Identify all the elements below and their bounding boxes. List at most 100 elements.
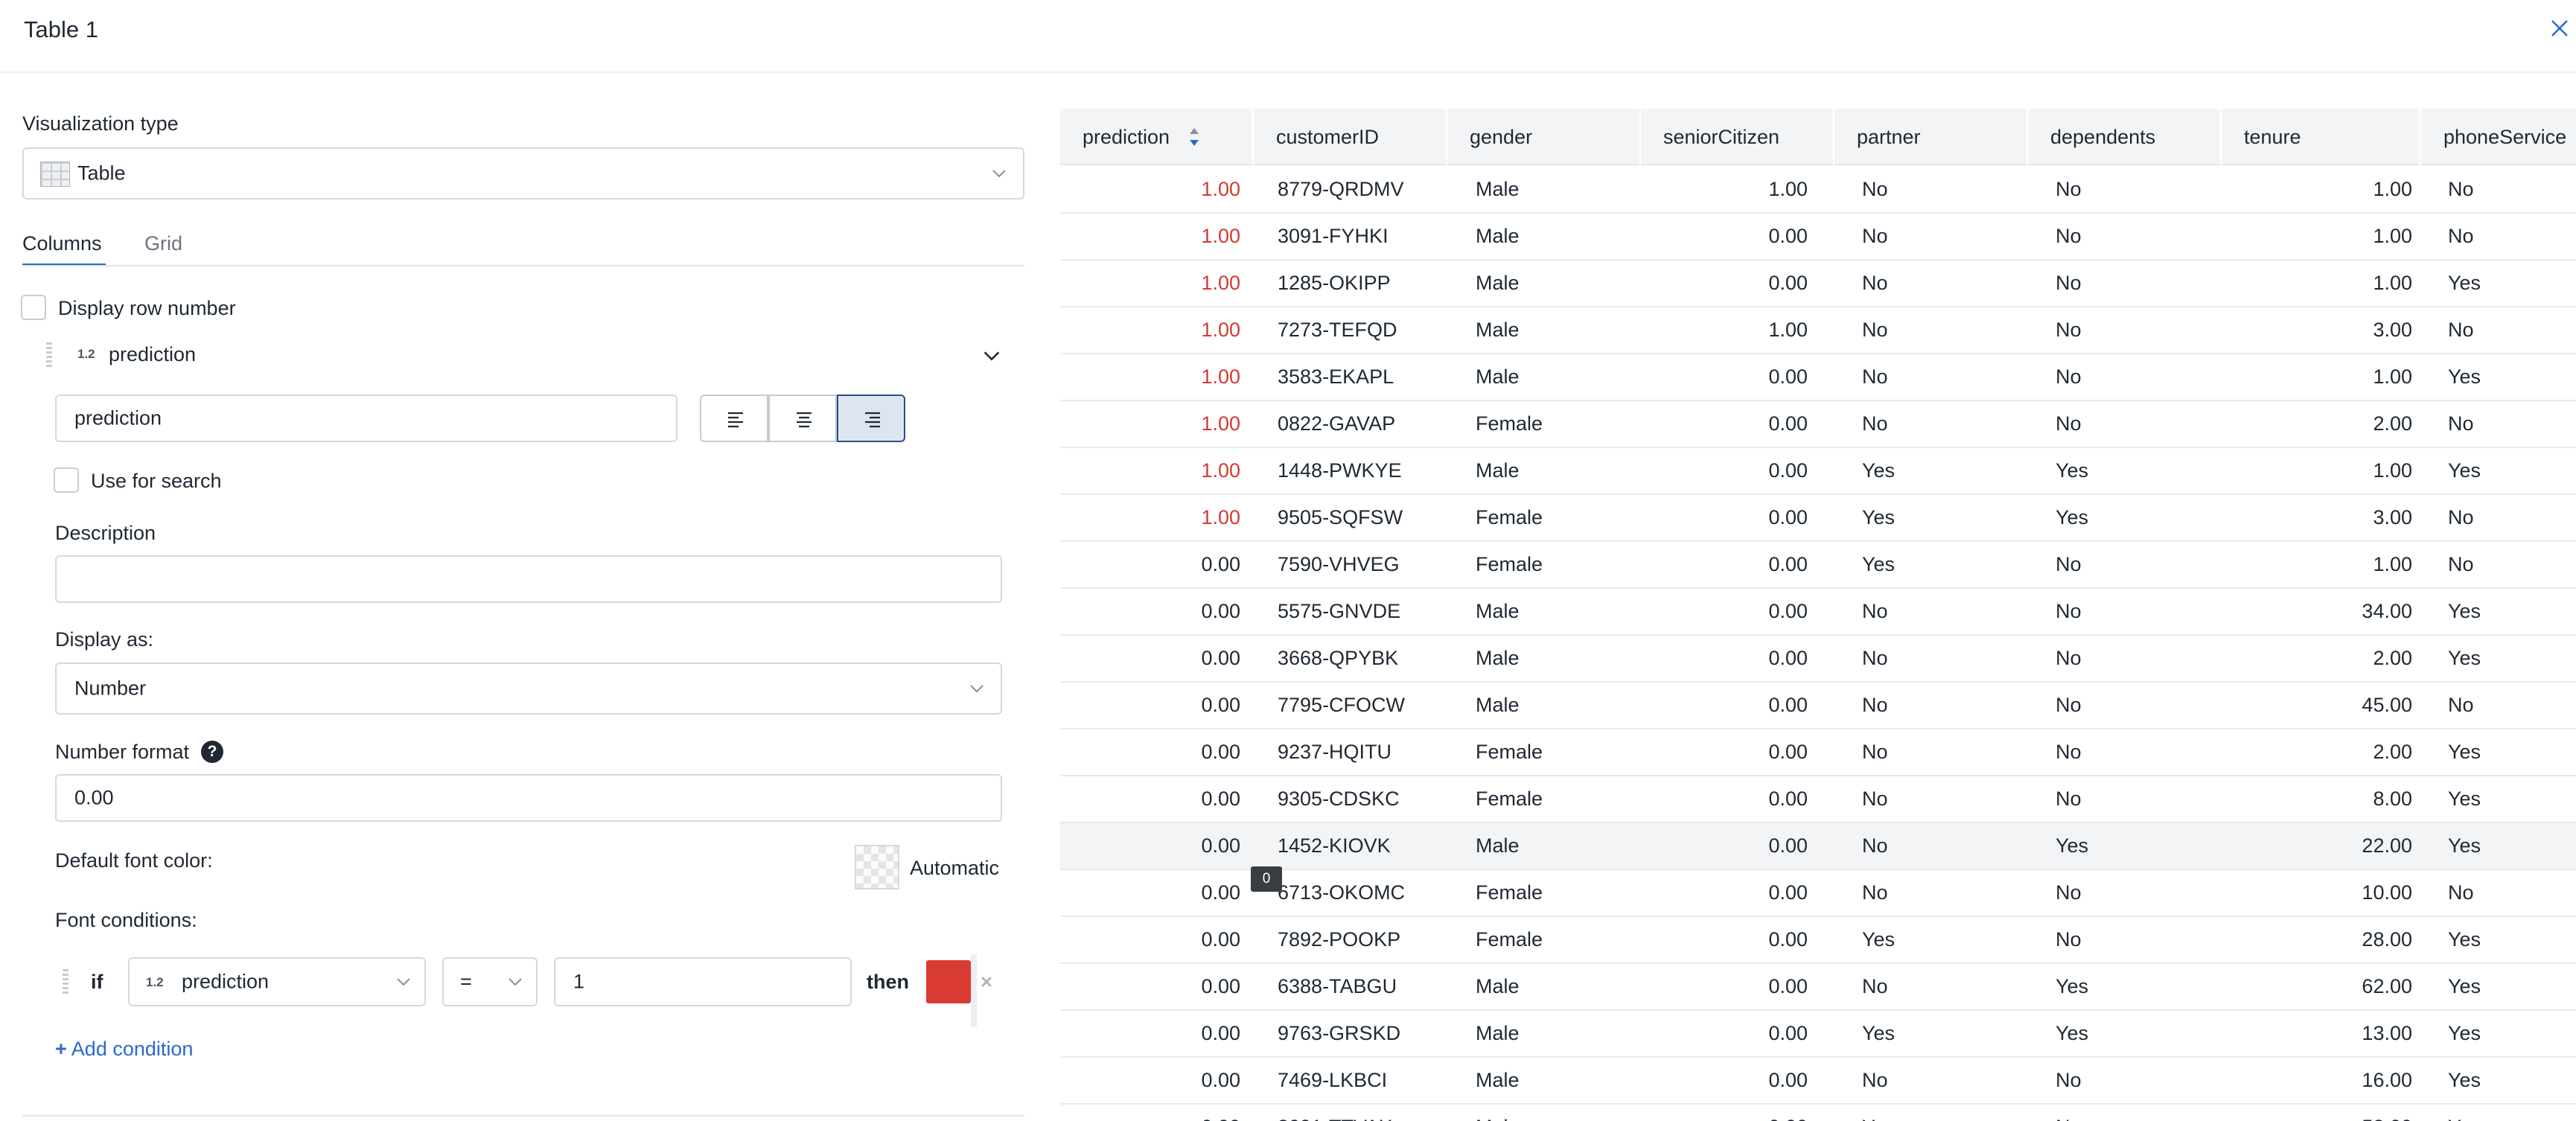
table-row[interactable]: 1.00 7273-TEFQD Male 1.00 No No 3.00 No (1060, 307, 2576, 354)
column-title-input[interactable]: prediction (55, 395, 678, 442)
display-as-select[interactable]: Number (55, 662, 1002, 715)
table-cell-partner: Yes (1862, 1105, 1895, 1121)
editor-panel: Visualization type Table Columns Grid Di… (0, 74, 1042, 1121)
table-cell-phoneservice: Yes (2448, 788, 2481, 810)
condition-color-swatch[interactable] (926, 960, 971, 1003)
table-row[interactable]: 0.00 3668-QPYBK Male 0.00 No No 2.00 Yes (1060, 636, 2576, 683)
align-center-icon (797, 412, 812, 428)
align-left-button[interactable] (700, 395, 768, 442)
table-cell-dependents: Yes (2056, 975, 2089, 997)
condition-operator-select[interactable]: = (442, 957, 538, 1006)
table-row[interactable]: 1.00 8779-QRDMV Male 1.00 No No 1.00 No (1060, 167, 2576, 214)
table-cell-gender: Male (1476, 178, 1520, 200)
table-cell-prediction: 0.00 (1201, 553, 1240, 575)
table-cell-gender: Male (1476, 319, 1520, 341)
use-for-search-checkbox[interactable] (54, 467, 79, 493)
table-row[interactable]: 0.00 9237-HQITU Female 0.00 No No 2.00 Yes (1060, 729, 2576, 776)
table-row[interactable]: 0.00 7795-CFOCW Male 0.00 No No 45.00 No (1060, 683, 2576, 729)
condition-value-input[interactable]: 1 (554, 957, 852, 1006)
table-cell-gender: Female (1476, 741, 1543, 763)
column-header-tenure[interactable]: tenure (2222, 109, 2421, 165)
table-row[interactable]: 0.00 6713-OKOMC Female 0.00 No No 10.00 No (1060, 870, 2576, 917)
number-format-input[interactable]: 0.00 (55, 774, 1002, 822)
column-header-prediction[interactable]: prediction (1060, 109, 1254, 165)
table-cell-partner: No (1862, 412, 1888, 435)
table-cell-prediction: 1.00 (1201, 272, 1240, 294)
table-cell-gender: Male (1476, 459, 1520, 482)
table-cell-dependents: No (2056, 694, 2082, 716)
table-cell-phoneservice: No (2448, 694, 2474, 716)
table-row[interactable]: 0.00 6388-TABGU Male 0.00 No Yes 62.00 Yes (1060, 964, 2576, 1011)
table-cell-prediction: 0.00 (1201, 788, 1240, 810)
table-cell-partner: Yes (1862, 506, 1896, 528)
panel-divider (22, 1115, 1024, 1117)
table-cell-tenure: 3.00 (2373, 506, 2412, 528)
column-header-customerid[interactable]: customerID (1254, 109, 1447, 165)
default-font-color-label: Default font color: (55, 849, 213, 872)
chevron-down-icon[interactable] (981, 345, 1002, 366)
table-cell-tenure: 10.00 (2362, 881, 2412, 904)
align-center-button[interactable] (768, 395, 837, 442)
table-cell-tenure: 62.00 (2362, 975, 2412, 997)
help-icon[interactable]: ? (201, 741, 223, 763)
table-cell-dependents: Yes (2056, 834, 2089, 857)
tab-columns[interactable]: Columns (22, 232, 102, 255)
add-condition-link[interactable]: + Add condition (55, 1038, 193, 1061)
remove-condition-icon[interactable] (978, 974, 995, 990)
sort-icon[interactable] (1187, 125, 1202, 149)
column-header-partner[interactable]: partner (1834, 109, 2028, 165)
tab-grid[interactable]: Grid (144, 232, 182, 255)
table-row[interactable]: 1.00 3583-EKAPL Male 0.00 No No 1.00 Yes (1060, 354, 2576, 401)
table-cell-tenure: 34.00 (2362, 600, 2412, 622)
table-row[interactable]: 0.00 7469-LKBCI Male 0.00 No No 16.00 Yes (1060, 1058, 2576, 1105)
table-row[interactable]: 0.00 5575-GNVDE Male 0.00 No No 34.00 Yes (1060, 589, 2576, 636)
table-cell-prediction: 0.00 (1201, 928, 1240, 951)
table-row[interactable]: 1.00 0822-GAVAP Female 0.00 No No 2.00 No (1060, 401, 2576, 448)
table-cell-dependents: No (2056, 788, 2082, 810)
color-swatch-automatic[interactable] (855, 845, 899, 890)
table-row[interactable]: 0.00 9305-CDSKC Female 0.00 No No 8.00 Yes (1060, 776, 2576, 823)
condition-drag-handle[interactable] (63, 969, 68, 994)
chevron-down-icon (397, 978, 410, 986)
align-right-button[interactable] (837, 395, 905, 442)
table-row[interactable]: 0.00 9763-GRSKD Male 0.00 Yes Yes 13.00 Yes (1060, 1011, 2576, 1058)
condition-column-select[interactable]: 1.2 prediction (128, 957, 426, 1006)
table-cell-dependents: No (2056, 365, 2082, 388)
column-header-dependents[interactable]: dependents (2028, 109, 2222, 165)
table-row[interactable]: 0.00 8091-TTVAX Male 0.00 Yes No 58.00 Yes (1060, 1105, 2576, 1121)
description-input[interactable] (55, 555, 1002, 603)
table-row[interactable]: 1.00 9505-SQFSW Female 0.00 Yes Yes 3.00 No (1060, 495, 2576, 542)
table-row[interactable]: 0.00 1452-KIOVK Male 0.00 No Yes 22.00 Yes (1060, 823, 2576, 870)
table-cell-phoneservice: Yes (2448, 975, 2481, 997)
display-row-number-checkbox[interactable] (21, 295, 46, 320)
number-format-label: Number format (55, 741, 190, 763)
table-cell-seniorcitizen: 0.00 (1768, 928, 1808, 951)
table-cell-dependents: No (2056, 553, 2082, 575)
table-cell-partner: No (1862, 225, 1888, 247)
table-row[interactable]: 0.00 7590-VHVEG Female 0.00 Yes No 1.00 No (1060, 542, 2576, 589)
close-icon[interactable] (2545, 13, 2575, 43)
table-cell-gender: Female (1476, 553, 1543, 575)
table-cell-customerid: 1452-KIOVK (1278, 834, 1391, 857)
table-row[interactable]: 1.00 3091-FYHKI Male 0.00 No No 1.00 No (1060, 214, 2576, 261)
table-cell-phoneservice: No (2448, 553, 2474, 575)
column-name[interactable]: prediction (109, 343, 196, 366)
column-header-phoneservice[interactable]: phoneService (2421, 109, 2576, 165)
table-cell-customerid: 1285-OKIPP (1278, 272, 1391, 294)
table-cell-seniorcitizen: 0.00 (1768, 1069, 1808, 1091)
column-drag-handle[interactable] (46, 342, 52, 368)
table-cell-dependents: No (2056, 881, 2082, 904)
viz-type-select[interactable]: Table (22, 147, 1024, 199)
column-header-gender[interactable]: gender (1447, 109, 1641, 165)
table-cell-customerid: 3091-FYHKI (1278, 225, 1389, 247)
column-header-seniorcitizen[interactable]: seniorCitizen (1641, 109, 1834, 165)
table-cell-partner: No (1862, 834, 1888, 857)
table-row[interactable]: 1.00 1285-OKIPP Male 0.00 No No 1.00 Yes (1060, 261, 2576, 307)
table-cell-prediction: 0.00 (1201, 694, 1240, 716)
table-cell-seniorcitizen: 0.00 (1768, 225, 1808, 247)
table-cell-partner: No (1862, 788, 1888, 810)
table-cell-dependents: Yes (2056, 459, 2089, 482)
table-row[interactable]: 0.00 7892-POOKP Female 0.00 Yes No 28.00 Yes (1060, 917, 2576, 964)
table-cell-partner: No (1862, 1069, 1888, 1091)
table-row[interactable]: 1.00 1448-PWKYE Male 0.00 Yes Yes 1.00 Yes (1060, 448, 2576, 495)
